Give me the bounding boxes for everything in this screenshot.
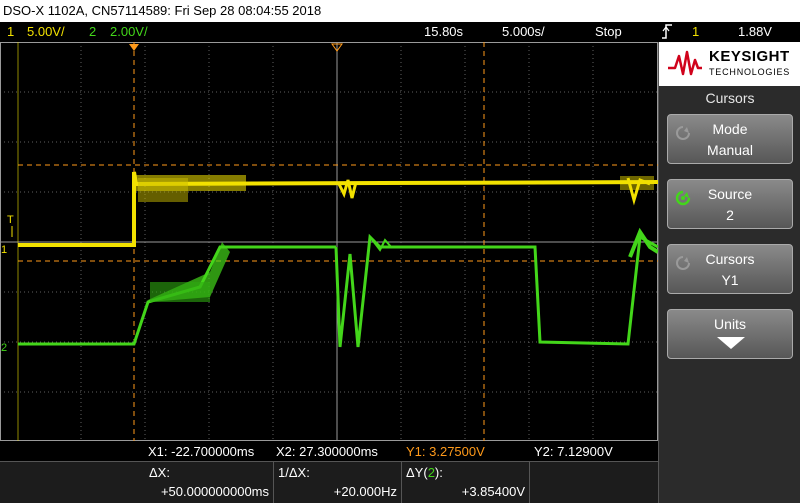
trigger-level-marker[interactable]: T — [7, 214, 14, 226]
keysight-logo: KEYSIGHT TECHNOLOGIES — [659, 42, 800, 86]
menu-title: Cursors — [705, 90, 755, 106]
delta-y-label: ΔY(2): — [406, 465, 443, 480]
waveform-display: T 1 2 — [0, 42, 660, 441]
x2-readout: X2: 27.300000ms — [276, 444, 378, 459]
mode-value: Manual — [707, 142, 753, 158]
ch1-scale[interactable]: 5.00V/ — [27, 22, 65, 42]
time-position[interactable]: 15.80s — [424, 22, 463, 42]
ch2-ground-marker[interactable]: 2 — [1, 342, 7, 354]
delta-y-value: +3.85400V — [461, 484, 525, 499]
inverse-delta-x-label: 1/ΔX: — [278, 465, 310, 480]
delta-y-channel: 2 — [427, 465, 435, 480]
trigger-source[interactable]: 1 — [692, 22, 699, 42]
cursors-label: Cursors — [705, 251, 755, 267]
brand-subtitle: TECHNOLOGIES — [709, 67, 791, 77]
inverse-delta-x-cell: 1/ΔX: +20.000Hz — [274, 462, 402, 503]
delta-x-label: ΔX: — [149, 465, 170, 480]
delta-x-cell: ΔX: +50.000000000ms — [145, 462, 274, 503]
source-label: Source — [707, 186, 753, 202]
status-bar: 1 5.00V/ 2 2.00V/ 15.80s 5.000s/ Stop 1 … — [0, 22, 800, 42]
side-panel: KEYSIGHT TECHNOLOGIES Cursors Mode Manua… — [658, 42, 800, 503]
delta-x-value: +50.000000000ms — [160, 484, 269, 499]
delta-y-suffix: ): — [434, 465, 443, 480]
cursors-value: Y1 — [721, 272, 739, 288]
delta-panel: ΔX: +50.000000000ms 1/ΔX: +20.000Hz ΔY(2… — [0, 461, 658, 503]
waveform-screen[interactable]: T 1 2 — [0, 42, 660, 441]
title-text: DSO-X 1102A, CN57114589: Fri Sep 28 08:0… — [3, 3, 322, 18]
ch2-number[interactable]: 2 — [89, 22, 96, 42]
units-label: Units — [714, 316, 746, 332]
trigger-level[interactable]: 1.88V — [738, 22, 772, 42]
units-softkey[interactable]: Units — [667, 309, 793, 359]
mode-label: Mode — [712, 121, 748, 137]
down-arrow-icon — [717, 337, 745, 349]
inverse-delta-x-value: +20.000Hz — [333, 484, 397, 499]
title-bar: DSO-X 1102A, CN57114589: Fri Sep 28 08:0… — [0, 0, 800, 22]
brand-name: KEYSIGHT — [709, 48, 790, 65]
run-state[interactable]: Stop — [595, 22, 622, 42]
source-softkey[interactable]: Source 2 — [667, 179, 793, 229]
cursor-readout: X1: -22.700000ms X2: 27.300000ms Y1: 3.2… — [0, 442, 658, 461]
ch2-scale[interactable]: 2.00V/ — [110, 22, 148, 42]
delta-y-cell: ΔY(2): +3.85400V — [402, 462, 530, 503]
source-value: 2 — [726, 207, 734, 223]
time-scale[interactable]: 5.000s/ — [502, 22, 545, 42]
ch1-number[interactable]: 1 — [7, 22, 14, 42]
delta-y-prefix: ΔY( — [406, 465, 428, 480]
ch1-ground-marker[interactable]: 1 — [1, 244, 7, 256]
x1-readout: X1: -22.700000ms — [148, 444, 255, 459]
y2-readout: Y2: 7.12900V — [534, 444, 613, 459]
cursors-softkey[interactable]: Cursors Y1 — [667, 244, 793, 294]
y1-readout: Y1: 3.27500V — [406, 444, 485, 459]
mode-softkey[interactable]: Mode Manual — [667, 114, 793, 164]
keysight-wave-logo — [668, 50, 702, 76]
